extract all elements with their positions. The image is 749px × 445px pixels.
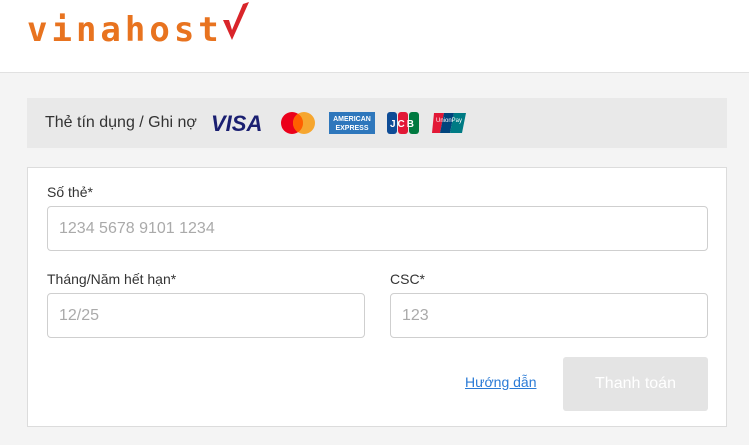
site-header: vinahost — [0, 0, 749, 73]
logo-wordmark: vinahost — [27, 10, 223, 50]
payment-method-bar: Thẻ tín dụng / Ghi nợ VISA AMERICAN EXPR… — [27, 98, 727, 148]
csc-input[interactable] — [390, 293, 708, 338]
amex-logo-text-top: AMERICAN — [333, 116, 371, 123]
expiry-input[interactable] — [47, 293, 365, 338]
card-number-label: Số thẻ* — [47, 184, 93, 200]
jcb-logo-icon: JCB — [386, 112, 419, 134]
amex-logo-icon: AMERICAN EXPRESS — [328, 112, 375, 134]
csc-label: CSC* — [390, 271, 426, 287]
logo-checkmark-icon — [222, 2, 249, 40]
visa-logo-icon: VISA — [211, 112, 262, 134]
jcb-logo-text: JCB — [390, 119, 416, 130]
amex-logo-text-bottom: EXPRESS — [335, 125, 368, 132]
expiry-label: Tháng/Năm hết hạn* — [47, 271, 177, 287]
payment-method-title: Thẻ tín dụng / Ghi nợ — [45, 114, 197, 131]
card-form: Số thẻ* Tháng/Năm hết hạn* CSC* Hướng dẫ… — [27, 167, 727, 427]
vinahost-logo[interactable]: vinahost — [27, 2, 251, 52]
help-link[interactable]: Hướng dẫn — [465, 374, 536, 390]
unionpay-logo-text: UnionPay — [436, 118, 462, 124]
card-brand-logos: VISA AMERICAN EXPRESS JCB UnionPay — [211, 111, 467, 135]
unionpay-logo-icon: UnionPay — [431, 113, 466, 133]
pay-button[interactable]: Thanh toán — [563, 357, 708, 411]
card-number-input[interactable] — [47, 206, 708, 251]
mastercard-logo-icon — [280, 112, 315, 134]
visa-logo-text: VISA — [211, 112, 262, 134]
